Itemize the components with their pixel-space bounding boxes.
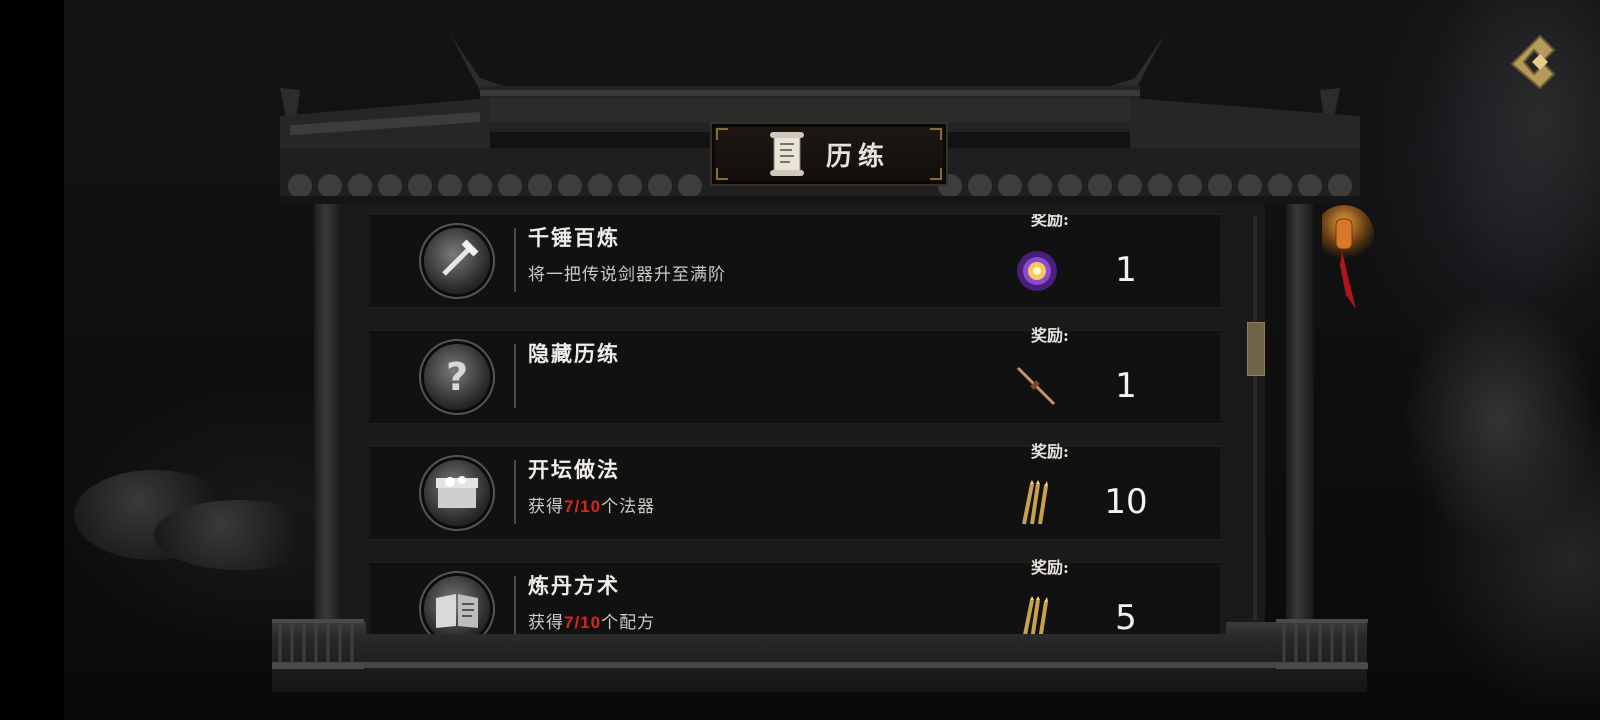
task-title: 炼丹方术 <box>528 573 620 598</box>
title-plaque: 历练 <box>710 122 948 186</box>
task-title: 千锤百炼 <box>528 225 620 250</box>
task-row[interactable]: ? 隐藏历练 奖励: 1 <box>366 326 1226 424</box>
task-title: 隐藏历练 <box>528 341 620 366</box>
row-divider <box>514 460 516 524</box>
reward-label: 奖励: <box>1031 558 1069 577</box>
sword-icon <box>1016 366 1056 406</box>
left-pillar <box>314 195 342 670</box>
chest-icon <box>424 460 490 526</box>
task-row[interactable]: 开坛做法 获得7/10个法器 奖励: 10 <box>366 442 1226 540</box>
diamond-return-icon <box>1510 34 1556 90</box>
hanging-lantern-icon <box>1322 205 1374 309</box>
task-list[interactable]: 千锤百炼 将一把传说剑器升至满阶 奖励: 1 ? 隐藏历练 奖励: 1 开坛做法 <box>366 214 1226 634</box>
task-description: 将一把传说剑器升至满阶 <box>528 265 726 285</box>
page-title: 历练 <box>825 141 890 172</box>
right-railing <box>1276 619 1368 669</box>
hammer-icon <box>424 228 490 294</box>
reward-count: 1 <box>1115 366 1137 406</box>
right-pillar <box>1286 195 1314 670</box>
scroll-icon <box>769 132 804 176</box>
reward-label: 奖励: <box>1031 214 1069 229</box>
golden-arrows-icon <box>1022 480 1048 525</box>
cliff-rocks <box>1340 0 1600 720</box>
left-letterbox <box>0 0 64 720</box>
purple-orb-icon <box>1017 251 1057 291</box>
task-row[interactable]: 千锤百炼 将一把传说剑器升至满阶 奖励: 1 <box>366 214 1226 308</box>
reward-count: 10 <box>1104 482 1148 522</box>
task-title: 开坛做法 <box>528 457 620 482</box>
row-divider <box>514 576 516 634</box>
left-railing <box>272 619 364 669</box>
task-row[interactable]: 炼丹方术 获得7/10个配方 奖励: 5 <box>366 558 1226 634</box>
golden-arrows-icon <box>1023 596 1048 634</box>
reward-label: 奖励: <box>1031 326 1069 345</box>
scrollbar-thumb[interactable] <box>1247 322 1265 376</box>
task-description: 获得7/10个法器 <box>528 497 656 517</box>
task-description: 获得7/10个配方 <box>528 613 656 633</box>
back-button[interactable] <box>1504 30 1560 94</box>
row-divider <box>514 228 516 292</box>
reward-count: 5 <box>1115 598 1137 634</box>
scrollbar-track[interactable] <box>1253 216 1257 620</box>
recipe-book-icon <box>424 576 490 634</box>
row-divider <box>514 344 516 408</box>
background-rock <box>154 500 324 570</box>
question-mark-icon: ? <box>424 344 490 410</box>
reward-count: 1 <box>1115 250 1137 290</box>
reward-label: 奖励: <box>1031 442 1069 461</box>
